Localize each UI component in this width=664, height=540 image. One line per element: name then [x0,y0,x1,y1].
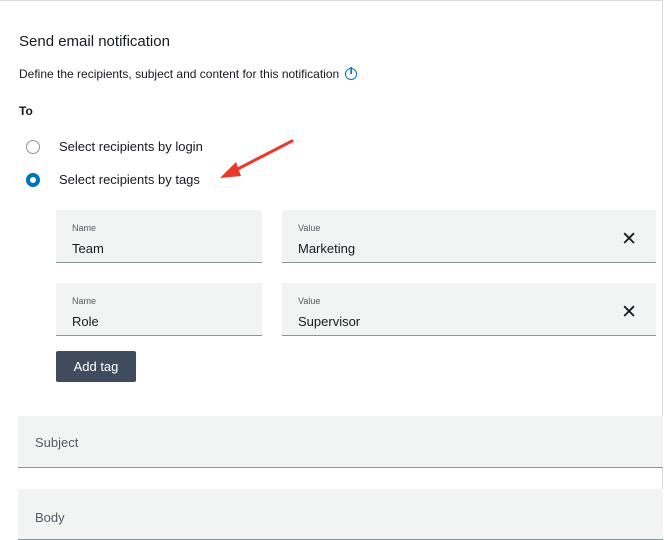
body-label: Body [35,510,65,525]
add-tag-button[interactable]: Add tag [56,351,136,382]
tag-1-name-label: Name [72,223,97,233]
tag-2-value-label: Value [298,296,321,306]
to-label: To [19,104,33,118]
tag-1-value-label: Value [298,223,321,233]
tag-1-name-value: Team [72,241,104,256]
radio-button-login[interactable] [26,139,40,154]
tag-2-name-value: Role [72,314,99,329]
radio-recipients-by-login[interactable]: Select recipients by login [26,139,203,154]
annotation-arrow-icon [220,139,294,178]
tag-2-name-label: Name [72,296,97,306]
info-circle-icon[interactable] [345,67,358,80]
tag-1-name-field[interactable]: Name Team [56,210,262,263]
body-section[interactable]: Body [18,489,663,540]
tag-2-value-value: Supervisor [298,314,361,329]
description-text: Define the recipients, subject and conte… [19,67,340,81]
panel-description: Define the recipients, subject and conte… [19,67,358,81]
radio-recipients-by-tags[interactable]: Select recipients by tags [26,172,200,187]
radio-label-login: Select recipients by login [59,139,203,154]
subject-label: Subject [35,435,79,450]
tag-2-value-field[interactable]: Value Supervisor ✕ [282,283,656,336]
close-icon[interactable]: ✕ [621,230,637,249]
subject-section[interactable]: Subject [18,416,663,468]
tag-2-name-field[interactable]: Name Role [56,283,262,336]
tag-1-value-field[interactable]: Value Marketing ✕ [282,210,656,263]
tag-1-value-value: Marketing [298,241,356,256]
panel-title: Send email notification [19,33,170,50]
close-icon[interactable]: ✕ [621,303,637,322]
radio-button-tags[interactable] [26,172,40,187]
radio-label-tags: Select recipients by tags [59,172,200,187]
